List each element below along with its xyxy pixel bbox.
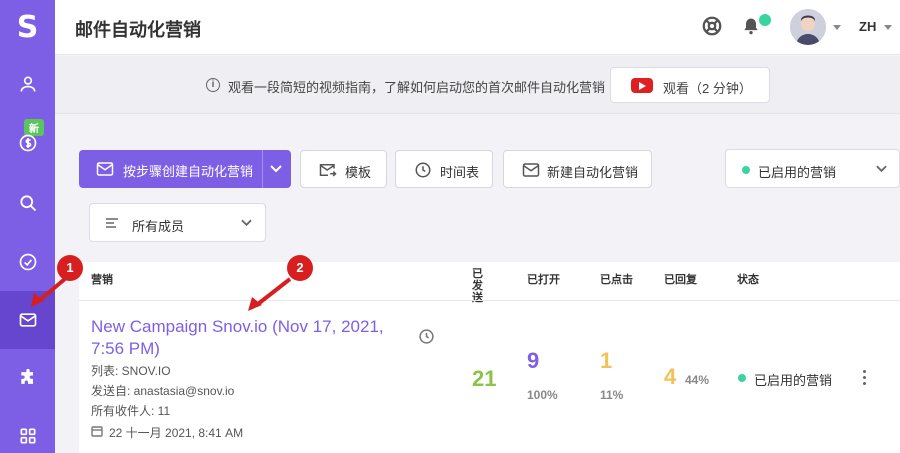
templates-label: 模板 [345, 165, 372, 180]
status-dot [738, 374, 746, 382]
status-filter-value: 已启用的营销 [758, 165, 837, 180]
clock-icon [415, 162, 431, 178]
chevron-down-icon [876, 165, 887, 173]
watch-video-button[interactable]: 观看（2 分钟） [610, 67, 770, 103]
campaign-date: 22 十一月 2021, 8:41 AM [109, 426, 244, 440]
sidebar-item-apps[interactable] [0, 407, 55, 453]
user-icon [20, 76, 35, 92]
campaign-recipients: 所有收件人: 11 [91, 404, 171, 418]
sidebar-item-billing[interactable] [0, 114, 55, 172]
sidebar-item-verifier[interactable] [0, 233, 55, 291]
clicked-count: 1 [600, 348, 613, 373]
puzzle-icon [20, 368, 33, 384]
snov-logo[interactable]: S [0, 0, 55, 55]
notification-dot [759, 14, 771, 26]
header-replied[interactable]: 已回复 [664, 274, 697, 286]
opened-count: 9 [527, 348, 540, 373]
sent-count: 21 [472, 366, 497, 391]
header-sent[interactable]: 已发送 [472, 268, 485, 304]
sidebar-item-campaigns[interactable] [0, 291, 55, 349]
sidebar-item-prospects[interactable] [0, 55, 55, 113]
top-header: 邮件自动化营销 ZH [55, 0, 900, 55]
active-status-dot [742, 166, 750, 174]
sidebar-item-integrations[interactable] [0, 349, 55, 407]
info-icon: i [206, 78, 220, 92]
dollar-icon [19, 134, 36, 152]
header-opened[interactable]: 已打开 [527, 274, 560, 286]
campaign-status: 已启用的营销 [754, 373, 833, 388]
member-filter-value: 所有成员 [132, 219, 185, 234]
avatar-chevron-down-icon[interactable] [833, 25, 841, 30]
schedule-label: 时间表 [440, 165, 480, 180]
sidebar-item-search[interactable] [0, 174, 55, 232]
split-divider [262, 150, 263, 188]
campaign-sender: 发送自: anastasia@snov.io [91, 384, 235, 398]
new-campaign-label: 新建自动化营销 [547, 165, 639, 180]
language-selector[interactable]: ZH [859, 19, 876, 34]
list-filter-icon [106, 218, 118, 228]
mail-icon [522, 163, 540, 177]
check-circle-icon [19, 253, 36, 271]
header-clicked[interactable]: 已点击 [600, 274, 633, 286]
campaign-title-link[interactable]: New Campaign Snov.io (Nov 17, 2021, 7:56… [91, 316, 401, 360]
chevron-down-icon[interactable] [270, 164, 282, 174]
create-campaign-button[interactable]: 按步骤创建自动化营销 [79, 150, 291, 188]
callout-1: 1 [57, 255, 83, 281]
sidebar: S 新 [0, 0, 55, 453]
search-icon [19, 195, 36, 212]
templates-button[interactable]: 模板 [300, 150, 387, 188]
more-options-icon[interactable] [863, 370, 867, 388]
schedule-button[interactable]: 时间表 [395, 150, 493, 188]
replied-percent: 44% [685, 373, 710, 387]
mail-icon [19, 313, 36, 327]
header-divider [79, 300, 900, 301]
video-guide-bar: i 观看一段简短的视频指南，了解如何启动您的首次邮件自动化营销 观看（2 分钟） [55, 56, 900, 114]
header-status[interactable]: 状态 [737, 274, 759, 286]
help-lifebuoy-icon[interactable] [701, 15, 723, 37]
campaigns-table: 营销 已发送 已打开 已点击 已回复 状态 New Campaign Snov.… [79, 262, 900, 453]
mail-send-icon [319, 164, 337, 177]
new-campaign-button[interactable]: 新建自动化营销 [503, 150, 652, 188]
callout-2: 2 [287, 255, 313, 281]
schedule-clock-icon[interactable] [418, 328, 435, 345]
page-title: 邮件自动化营销 [75, 20, 201, 40]
video-guide-text: 观看一段简短的视频指南，了解如何启动您的首次邮件自动化营销 [228, 80, 606, 95]
campaign-list: 列表: SNOV.IO [91, 364, 171, 378]
create-campaign-label: 按步骤创建自动化营销 [123, 164, 254, 179]
grid-icon [20, 428, 35, 444]
chevron-down-icon [241, 219, 252, 227]
youtube-play-icon [631, 78, 653, 93]
mail-icon [96, 162, 114, 176]
header-campaign[interactable]: 营销 [91, 274, 113, 286]
lang-chevron-down-icon[interactable] [884, 25, 892, 30]
watch-video-label: 观看（2 分钟） [663, 81, 752, 96]
clicked-percent: 11% [600, 388, 624, 402]
replied-count: 4 [664, 364, 677, 389]
opened-percent: 100% [527, 388, 558, 402]
calendar-icon [91, 426, 103, 437]
member-filter-select[interactable]: 所有成员 [89, 203, 266, 242]
bell-icon[interactable] [741, 15, 761, 37]
user-avatar-icon [790, 9, 826, 45]
status-filter-select[interactable]: 已启用的营销 [725, 149, 900, 188]
avatar[interactable] [790, 9, 826, 45]
